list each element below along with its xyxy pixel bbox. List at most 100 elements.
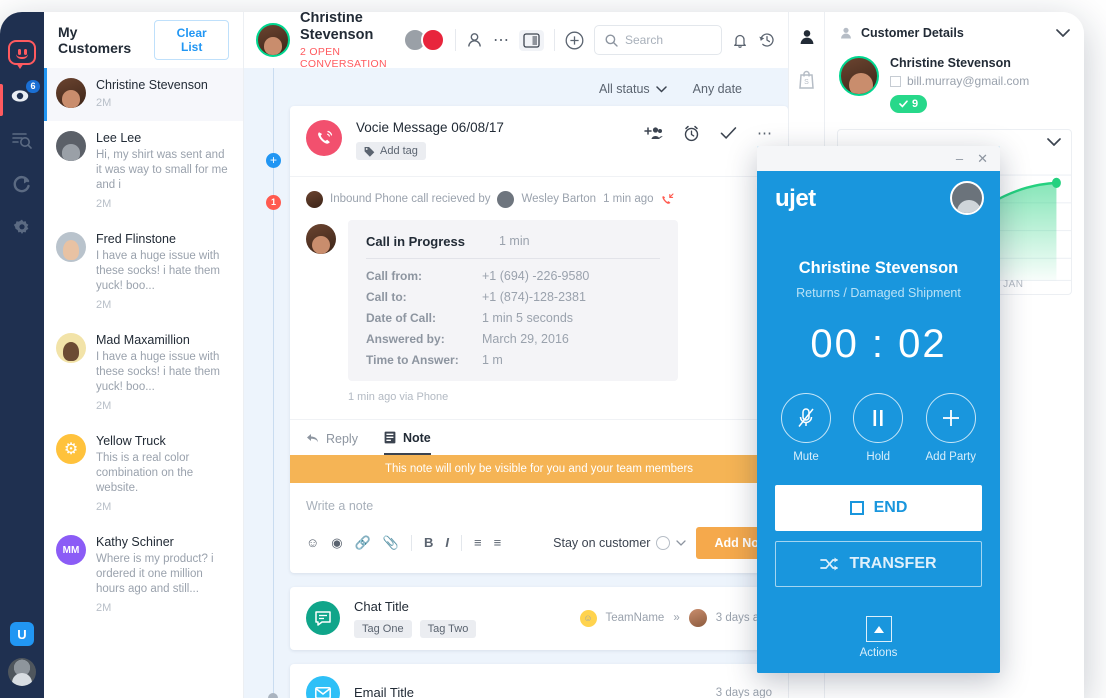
list-item[interactable]: Mad Maxamillion I have a huge issue with… [44, 323, 243, 424]
timeline-unread-badge: 1 [266, 195, 281, 210]
tag[interactable]: Tag One [354, 620, 412, 638]
bullet-list-icon[interactable]: ≡ [494, 535, 502, 550]
list-item[interactable]: Yellow Truck This is a real color combin… [44, 424, 243, 525]
ordered-list-icon[interactable]: ≡ [474, 535, 482, 550]
emoji-icon[interactable]: ☺ [306, 535, 319, 550]
bell-icon[interactable] [732, 32, 748, 49]
pause-icon [656, 536, 670, 550]
more-options-icon[interactable]: ⋯ [757, 124, 772, 142]
ujet-brand-icon[interactable]: U [10, 622, 34, 646]
thread-team: TeamName [606, 612, 665, 624]
sidebar-item-search[interactable] [2, 118, 42, 162]
customer-list-panel: My Customers Clear List Christine Steven… [44, 12, 244, 698]
toggle-panel-icon[interactable] [519, 30, 544, 51]
call-meta: Inbound Phone call recieved by Wesley Ba… [306, 191, 772, 208]
clear-list-button[interactable]: Clear List [154, 20, 229, 60]
checkbox-icon[interactable] [890, 76, 901, 87]
thread-card-chat[interactable]: Chat Title Tag One Tag Two ☺ TeamName » … [290, 587, 788, 650]
alarm-clock-icon[interactable] [683, 125, 700, 142]
tab-note[interactable]: Note [384, 431, 431, 455]
customer-list-header: My Customers Clear List [44, 12, 243, 68]
avatar [306, 191, 323, 208]
thread-title: Chat Title [354, 599, 476, 614]
avatar [421, 28, 445, 52]
bold-icon[interactable]: B [424, 535, 433, 550]
timeline-add-button[interactable]: + [266, 153, 281, 168]
mute-button[interactable]: Mute [781, 393, 831, 463]
composer-tabs: Reply Note [290, 420, 788, 455]
list-item[interactable]: Fred Flinstone I have a huge issue with … [44, 222, 243, 323]
italic-icon[interactable]: I [445, 535, 449, 550]
tab-reply[interactable]: Reply [306, 431, 358, 455]
customer-name: Yellow Truck [96, 434, 231, 448]
details-section-header: Customer Details [837, 22, 1072, 50]
status-badge-count: 9 [912, 98, 918, 110]
current-user-avatar[interactable] [8, 658, 36, 686]
status-filter[interactable]: All status [599, 82, 667, 96]
conversation-panel: Christine Stevenson 2 OPEN CONVERSATION … [244, 12, 788, 698]
customer-email[interactable]: bill.murray@gmail.com [890, 74, 1029, 88]
add-icon[interactable] [565, 31, 584, 50]
customer-list-scroll[interactable]: Christine Stevenson 2M Lee Lee Hi, my sh… [44, 68, 243, 698]
add-people-icon[interactable] [644, 126, 663, 140]
chevron-down-icon[interactable] [1056, 29, 1070, 37]
call-meta-agent: Wesley Barton [521, 193, 596, 205]
mute-label: Mute [781, 451, 831, 463]
chevron-down-icon[interactable] [1047, 138, 1061, 146]
link-icon[interactable]: 🔗 [355, 535, 371, 551]
detail-value: 1 min 5 seconds [482, 311, 660, 325]
resolve-check-icon[interactable] [720, 126, 737, 140]
detail-value: +1 (874)-128-2381 [482, 290, 660, 304]
conversation-feed[interactable]: + 1 All status Any date [244, 68, 788, 698]
search-input[interactable]: Search [594, 25, 722, 55]
divider [411, 535, 412, 551]
minimize-icon[interactable]: – [956, 151, 963, 166]
tab-shopify[interactable]: S [794, 66, 820, 92]
close-icon[interactable]: ✕ [977, 151, 988, 167]
person-icon [798, 28, 816, 46]
sticker-icon[interactable]: ◉ [331, 535, 342, 551]
sidebar-item-watch[interactable]: 6 [2, 74, 42, 118]
customer-preview: I have a huge issue with these socks! i … [96, 350, 231, 395]
detail-value: +1 (694) -226-9580 [482, 269, 660, 283]
agent-avatar[interactable] [950, 181, 984, 215]
sidebar-item-refresh[interactable] [2, 162, 42, 206]
avatar [256, 23, 290, 57]
customer-name: Fred Flinstone [96, 232, 231, 246]
person-icon[interactable] [466, 32, 483, 49]
participant-avatars[interactable] [403, 28, 445, 52]
chevron-down-icon [676, 540, 686, 546]
list-item[interactable]: Lee Lee Hi, my shirt was sent and it was… [44, 121, 243, 222]
transfer-call-button[interactable]: TRANSFER [775, 541, 982, 587]
card-header: Vocie Message 06/08/17 Add tag [290, 106, 788, 177]
avatar [839, 56, 879, 96]
actions-button[interactable]: Actions [757, 616, 1000, 659]
tag[interactable]: Tag Two [420, 620, 477, 638]
customer-name: Christine Stevenson [96, 78, 231, 92]
thread-card-email[interactable]: Email Title 3 days ago [290, 664, 788, 698]
note-input[interactable]: Write a note [290, 483, 788, 521]
more-options-icon[interactable]: ⋯ [493, 30, 509, 50]
sidebar-item-chat[interactable] [2, 30, 42, 74]
attachment-icon[interactable]: 📎 [383, 535, 399, 551]
list-item[interactable]: Christine Stevenson 2M [44, 68, 243, 121]
sidebar-item-settings[interactable] [2, 206, 42, 250]
end-call-button[interactable]: END [775, 485, 982, 531]
chevron-down-icon [656, 86, 667, 93]
card-body: Inbound Phone call recieved by Wesley Ba… [290, 177, 788, 419]
inbound-call-icon [661, 193, 674, 205]
customer-time: 2M [96, 97, 231, 109]
history-icon[interactable] [758, 31, 776, 49]
hold-button[interactable]: Hold [853, 393, 903, 463]
chat-icon [306, 601, 340, 635]
tab-customer-details[interactable] [794, 24, 820, 50]
card-actions: ⋯ [644, 120, 772, 142]
add-party-button[interactable]: Add Party [926, 393, 977, 463]
stay-on-customer-select[interactable]: Stay on customer [553, 536, 686, 550]
plus-icon [926, 393, 976, 443]
list-item[interactable]: MM Kathy Schiner Where is my product? i … [44, 525, 243, 626]
status-filter-label: All status [599, 82, 650, 96]
thread-meta: 3 days ago [716, 687, 772, 698]
add-tag-button[interactable]: Add tag [356, 142, 426, 160]
date-filter[interactable]: Any date [693, 82, 742, 96]
